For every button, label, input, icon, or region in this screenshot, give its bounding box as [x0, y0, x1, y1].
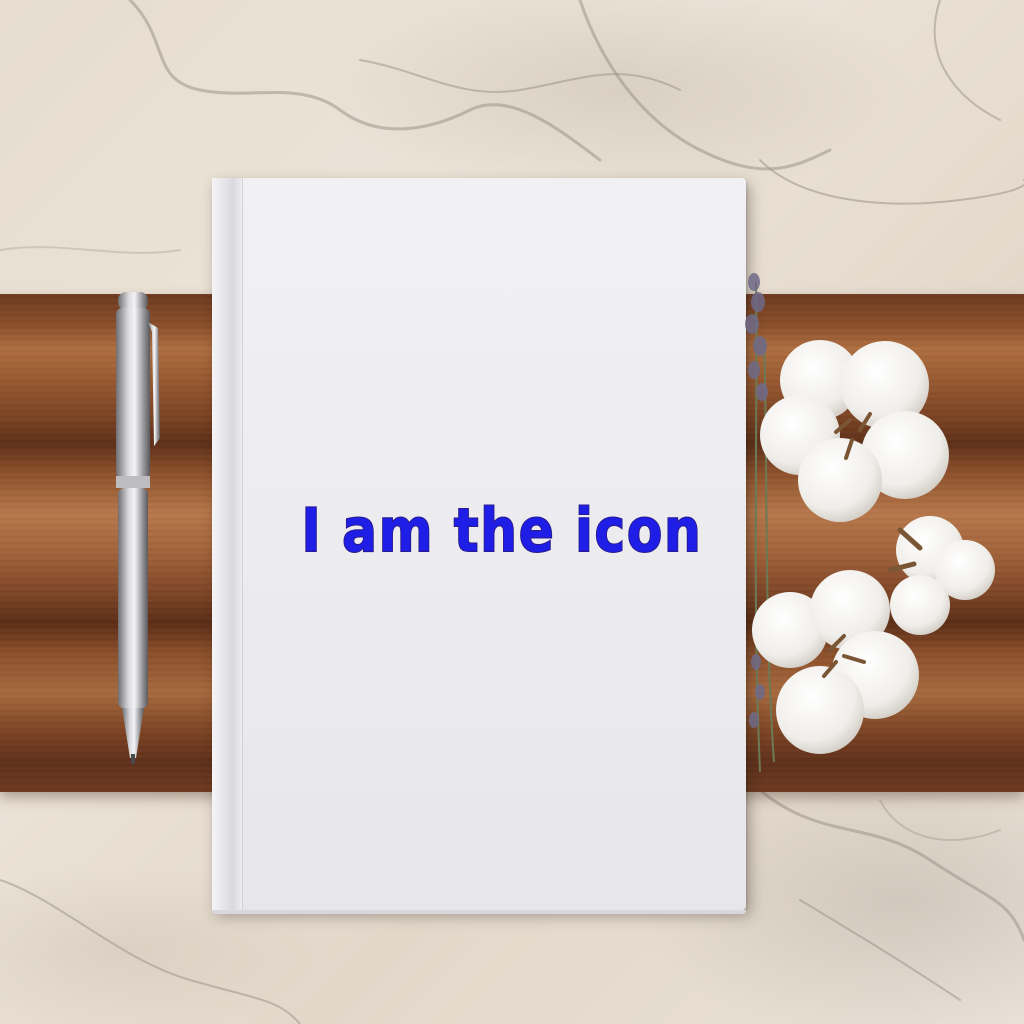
photo-scene: I am the icon	[0, 0, 1024, 1024]
overlay-text: I am the icon	[301, 495, 703, 567]
notebook-page-edge	[212, 910, 746, 914]
